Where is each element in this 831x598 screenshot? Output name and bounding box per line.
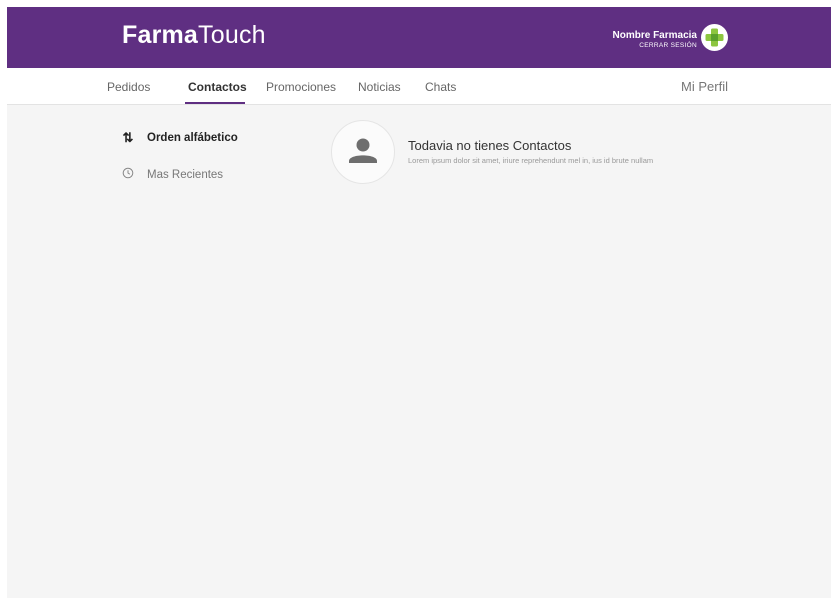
empty-state-subtitle: Lorem ipsum dolor sit amet, iriure repre… — [408, 156, 654, 165]
tab-contactos[interactable]: Contactos — [188, 80, 247, 94]
tab-noticias[interactable]: Noticias — [358, 80, 401, 94]
empty-state-title: Todavia no tienes Contactos — [408, 138, 572, 153]
pharmacy-name: Nombre Farmacia — [612, 30, 697, 41]
tab-promociones[interactable]: Promociones — [266, 80, 336, 94]
sort-arrows-icon: ⇅ — [122, 130, 134, 145]
active-tab-indicator — [185, 102, 245, 104]
profile-link[interactable]: Mi Perfil — [681, 79, 728, 94]
top-header: FarmaTouch Nombre Farmacia CERRAR SESIÓN — [7, 7, 831, 68]
app-frame: FarmaTouch Nombre Farmacia CERRAR SESIÓN… — [7, 7, 831, 598]
clock-icon — [121, 167, 135, 182]
sort-alphabetical-option[interactable]: ⇅ Orden alfábetico — [121, 130, 238, 146]
sort-alphabetical-label: Orden alfábetico — [147, 132, 238, 144]
person-icon — [349, 138, 377, 163]
tab-chats[interactable]: Chats — [425, 80, 456, 94]
logout-link[interactable]: CERRAR SESIÓN — [613, 42, 697, 49]
tab-pedidos[interactable]: Pedidos — [107, 80, 150, 94]
logo-bold-text: Farma — [122, 21, 199, 49]
pharmacy-avatar[interactable] — [701, 24, 728, 51]
main-nav: Pedidos Contactos Promociones Noticias C… — [7, 68, 831, 105]
pharmacy-account: Nombre Farmacia CERRAR SESIÓN — [613, 30, 697, 49]
sort-recent-label: Mas Recientes — [147, 168, 224, 181]
pharmacy-cross-icon — [705, 28, 724, 47]
app-logo[interactable]: FarmaTouch — [122, 21, 266, 50]
sort-recent-option[interactable]: Mas Recientes — [121, 167, 223, 182]
empty-contact-avatar — [331, 120, 395, 184]
logo-light-text: Touch — [198, 21, 266, 49]
